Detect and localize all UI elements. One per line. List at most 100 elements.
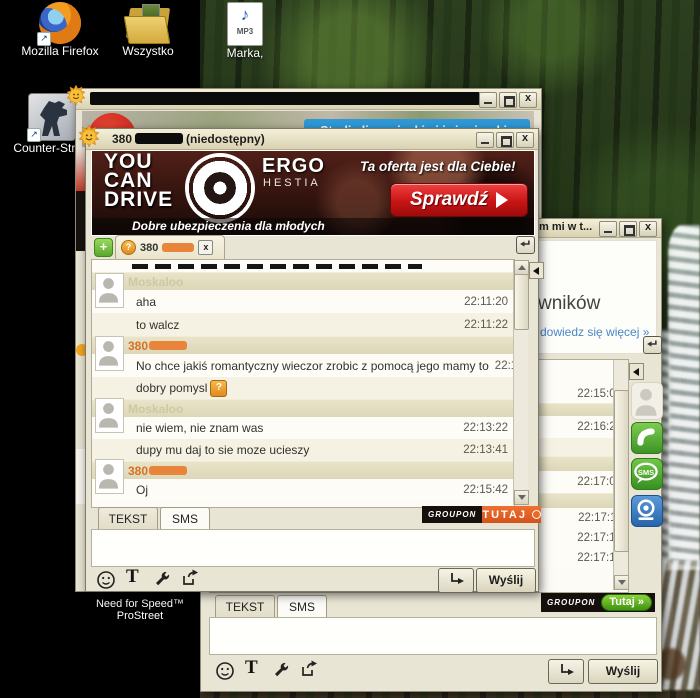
- format-text-button[interactable]: T: [126, 566, 146, 586]
- maximize-button[interactable]: [499, 92, 517, 108]
- close-button[interactable]: x: [516, 132, 534, 148]
- tab-tekst[interactable]: TEKST: [98, 507, 158, 530]
- sprawdz-button[interactable]: Sprawdź: [390, 183, 528, 217]
- sender-name: Moskaloo: [128, 275, 183, 289]
- emoticon-button[interactable]: [96, 570, 116, 590]
- phone-call-icon[interactable]: [631, 422, 663, 454]
- chat-row: dupy mu daj to sie moze ucieszy 22:13:41: [92, 439, 514, 461]
- close-button[interactable]: x: [519, 92, 537, 108]
- avatar: [95, 273, 124, 308]
- collapse-sidebar-button[interactable]: [629, 363, 644, 380]
- scroll-up-button[interactable]: [514, 260, 529, 275]
- maximize-button[interactable]: [496, 132, 514, 148]
- emoticon-button[interactable]: [215, 661, 235, 681]
- gg-sun-status-icon: [64, 84, 88, 108]
- tab-sms[interactable]: SMS: [277, 595, 327, 618]
- chat-row: dobry pomysl?: [92, 377, 514, 399]
- webcam-icon[interactable]: [631, 495, 663, 527]
- send-button[interactable]: Wyślij: [476, 568, 536, 593]
- icon-label: Marka,: [212, 46, 278, 60]
- message-group-header: 380: [92, 461, 514, 479]
- title-status: (niedostępny): [186, 132, 265, 146]
- icon-label: Mozilla Firefox: [12, 44, 108, 58]
- arrow-right-icon: [496, 192, 508, 208]
- desktop-icon-firefox[interactable]: ↗ Mozilla Firefox: [12, 2, 108, 58]
- minimize-button[interactable]: [599, 221, 617, 237]
- sms-icon[interactable]: SMS: [631, 458, 663, 490]
- chat-row: No chce jakiś romantyczny wieczor zrobic…: [92, 354, 514, 377]
- scroll-down-button[interactable]: [514, 490, 529, 505]
- ad-tagline: Dobre ubezpieczenia dla młodych: [92, 218, 534, 235]
- share-export-button[interactable]: [299, 659, 319, 679]
- maximize-button[interactable]: [619, 221, 637, 237]
- timestamp: 22:15:42: [457, 484, 508, 496]
- scrollbar-thumb[interactable]: [614, 390, 629, 552]
- waterfall-image: [668, 225, 700, 570]
- chat-row: to walcz 22:11:22: [92, 313, 514, 336]
- tab-tekst[interactable]: TEKST: [215, 595, 275, 618]
- window-back-titlebar[interactable]: x: [76, 89, 541, 110]
- ad-banner-youcandrive[interactable]: YOU CAN DRIVE ERGO HESTIA Ta oferta jest…: [91, 150, 535, 236]
- redacted-number: [149, 341, 187, 350]
- minimize-button[interactable]: [476, 132, 494, 148]
- tools-wrench-button[interactable]: [271, 660, 291, 680]
- desktop-icon-marka[interactable]: ♪ MP3 Marka,: [212, 2, 278, 60]
- send-on-enter-button[interactable]: [438, 568, 474, 593]
- desktop-icon-wszystko[interactable]: Wszystko: [108, 4, 188, 58]
- message-text: dupy mu daj to sie moze ucieszy: [136, 443, 309, 457]
- tutaj-button[interactable]: TUTAJ: [482, 506, 541, 523]
- tutaj-button[interactable]: Tutaj »: [601, 594, 652, 611]
- timestamp: 22:11:22: [458, 319, 508, 331]
- window-title: m mi w t...: [539, 221, 592, 233]
- avatar: [95, 459, 124, 494]
- share-export-button[interactable]: [180, 568, 200, 588]
- message-input[interactable]: [91, 529, 535, 567]
- timestamp: 22:11:20: [458, 296, 508, 308]
- chat-row: Oj22:15:42: [92, 479, 514, 501]
- avatar: [95, 398, 124, 433]
- timestamp: 22:13:22: [457, 422, 508, 434]
- ad-text-fragment: wników: [538, 293, 600, 315]
- return-icon[interactable]: [643, 336, 662, 354]
- send-button[interactable]: Wyślij: [588, 659, 658, 684]
- chat-history[interactable]: Moskaloo aha22:11:20 to walcz 22:11:22 38…: [91, 259, 515, 508]
- groupon-banner[interactable]: GROUPON Tutaj »: [541, 593, 655, 612]
- send-on-enter-button[interactable]: [548, 659, 584, 684]
- avatar: [95, 336, 124, 371]
- chat-row: nie wiem, nie znam was22:13:22: [92, 417, 514, 439]
- desktop-icon-nfs[interactable]: Need for Speed™ ProStreet: [80, 598, 200, 622]
- redacted-message: [132, 264, 422, 269]
- chat-row-redacted: [92, 260, 514, 272]
- close-button[interactable]: x: [639, 221, 657, 237]
- minimize-button[interactable]: [479, 92, 497, 108]
- tools-wrench-button[interactable]: [152, 569, 172, 589]
- scroll-down-button[interactable]: [614, 575, 629, 590]
- message-text: No chce jakiś romantyczny wieczor zrobic…: [136, 359, 489, 373]
- add-conversation-button[interactable]: +: [94, 238, 113, 257]
- groupon-logo: GROUPON: [541, 598, 601, 607]
- timestamp: 22:12:47: [489, 360, 514, 372]
- svg-text:SMS: SMS: [638, 468, 654, 477]
- groupon-banner[interactable]: GROUPON TUTAJ: [422, 506, 532, 523]
- message-group-header: 380: [92, 336, 514, 354]
- tab-number: 380: [140, 242, 158, 254]
- format-text-button[interactable]: T: [245, 657, 265, 677]
- timestamp: 22:13:41: [457, 444, 508, 456]
- redacted-number: [135, 133, 183, 144]
- title-number: 380: [112, 132, 132, 146]
- window-front-titlebar[interactable]: 380 (niedostępny) x: [86, 129, 538, 150]
- chat-scrollbar[interactable]: [613, 360, 628, 590]
- tab-sms[interactable]: SMS: [160, 507, 210, 530]
- return-icon[interactable]: [516, 236, 535, 254]
- chat-row: aha22:11:20: [92, 290, 514, 313]
- scrollbar-thumb[interactable]: [514, 274, 529, 330]
- firefox-icon: ↗: [39, 2, 81, 44]
- conversation-tab[interactable]: ? 380 x: [115, 235, 225, 259]
- message-text: to walcz: [136, 318, 179, 332]
- ad-link[interactable]: dowiedz się więcej »: [540, 325, 649, 339]
- chat-scrollbar[interactable]: [513, 260, 528, 505]
- close-tab-icon[interactable]: x: [198, 240, 213, 255]
- collapse-sidebar-button[interactable]: [529, 262, 544, 279]
- message-group-header: Moskaloo: [92, 399, 514, 417]
- message-input[interactable]: [209, 617, 657, 655]
